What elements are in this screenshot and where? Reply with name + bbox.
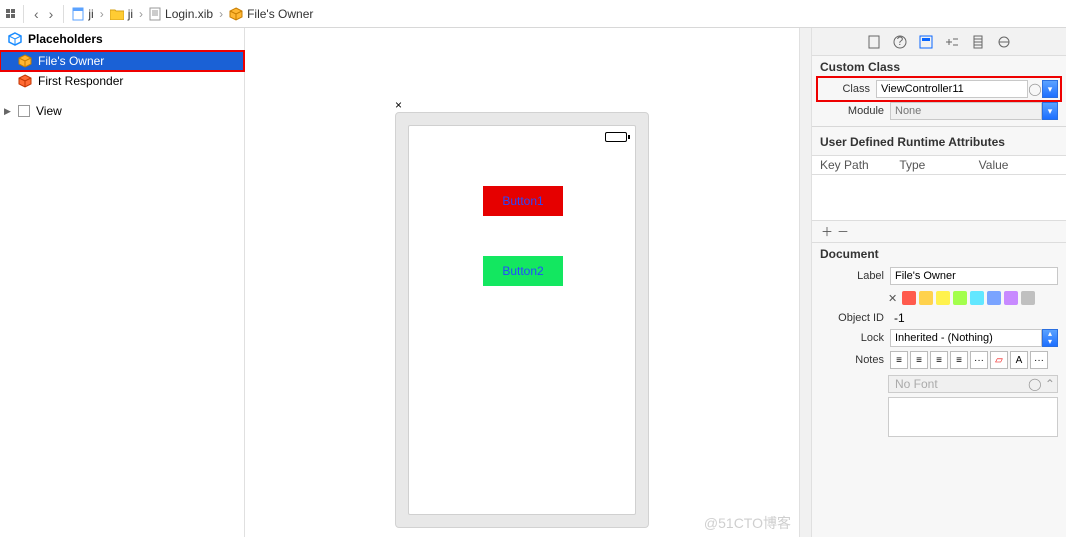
outline-item-label: First Responder bbox=[38, 74, 123, 88]
crumb-label: ji bbox=[128, 7, 133, 21]
notes-row: Notes ≡ ≡ ≡ ≡ ··· ▱ A ··· bbox=[812, 349, 1066, 371]
color-swatch[interactable] bbox=[1004, 291, 1018, 305]
document-outline: Placeholders File's Owner First Responde… bbox=[0, 28, 245, 537]
color-swatch[interactable] bbox=[902, 291, 916, 305]
outline-item-view[interactable]: ▶ View bbox=[0, 101, 244, 121]
add-attribute-button[interactable]: ＋ bbox=[820, 223, 834, 240]
clear-color-icon[interactable]: ✕ bbox=[888, 292, 899, 305]
label-input[interactable] bbox=[890, 267, 1058, 285]
canvas-scrollbar[interactable] bbox=[799, 28, 811, 537]
remove-attribute-button[interactable]: － bbox=[836, 223, 850, 240]
class-dropdown-button[interactable]: ▾ bbox=[1042, 80, 1058, 98]
objectid-label: Object ID bbox=[820, 312, 884, 324]
size-inspector-tab[interactable] bbox=[970, 34, 986, 50]
align-justify-button[interactable]: ≡ bbox=[950, 351, 968, 369]
label-color-swatches: ✕ bbox=[812, 287, 1066, 309]
identity-inspector-tab[interactable] bbox=[918, 34, 934, 50]
class-input[interactable] bbox=[876, 80, 1028, 98]
udra-table-body[interactable] bbox=[812, 175, 1066, 221]
cube-blue-icon bbox=[8, 32, 22, 46]
section-document: Document bbox=[812, 243, 1066, 265]
module-input[interactable] bbox=[890, 102, 1042, 120]
watermark: @51CTO博客 bbox=[704, 513, 791, 533]
outline-section-placeholders: Placeholders bbox=[0, 28, 244, 51]
color-swatch[interactable] bbox=[1021, 291, 1035, 305]
list-button[interactable]: ··· bbox=[970, 351, 988, 369]
crumb-label: Login.xib bbox=[165, 7, 213, 21]
color-swatch[interactable] bbox=[936, 291, 950, 305]
inspector-panel: ? Custom Class Class ◯ ▾ Module ▾ bbox=[811, 28, 1066, 537]
outline-item-files-owner[interactable]: File's Owner bbox=[0, 51, 244, 71]
objectid-value: -1 bbox=[890, 311, 905, 325]
strike-button[interactable]: ▱ bbox=[990, 351, 1008, 369]
attributes-inspector-tab[interactable] bbox=[944, 34, 960, 50]
inspector-tab-bar: ? bbox=[812, 28, 1066, 56]
cube-icon bbox=[229, 7, 243, 21]
lock-label: Lock bbox=[820, 332, 884, 344]
crumb-label: File's Owner bbox=[247, 7, 313, 21]
col-type: Type bbox=[899, 158, 978, 172]
connections-inspector-tab[interactable] bbox=[996, 34, 1012, 50]
help-inspector-tab[interactable]: ? bbox=[892, 34, 908, 50]
outline-item-label: View bbox=[36, 104, 62, 118]
svg-text:?: ? bbox=[897, 35, 904, 48]
notes-toolbar: ≡ ≡ ≡ ≡ ··· ▱ A ··· bbox=[890, 351, 1048, 369]
section-title: Placeholders bbox=[28, 32, 103, 46]
module-label: Module bbox=[820, 105, 884, 117]
nav-forward[interactable]: › bbox=[47, 6, 56, 22]
color-swatch[interactable] bbox=[970, 291, 984, 305]
color-swatch[interactable] bbox=[987, 291, 1001, 305]
button1[interactable]: Button1 bbox=[483, 186, 563, 216]
cube-orange-icon bbox=[18, 74, 32, 88]
breadcrumb[interactable]: ji › ji › Login.xib › File's Owner bbox=[72, 7, 313, 21]
font-step-icon[interactable]: ◯ ⌃ bbox=[1028, 377, 1055, 391]
color-swatch[interactable] bbox=[919, 291, 933, 305]
root-view[interactable]: Button1 Button2 bbox=[408, 125, 636, 515]
module-row: Module ▾ bbox=[812, 100, 1066, 122]
toolbar: ‹ › ji › ji › Login.xib › File's Owner bbox=[0, 0, 1066, 28]
section-custom-class: Custom Class bbox=[812, 56, 1066, 78]
module-dropdown-button[interactable]: ▾ bbox=[1042, 102, 1058, 120]
outline-item-first-responder[interactable]: First Responder bbox=[0, 71, 244, 91]
class-row: Class ◯ ▾ bbox=[818, 78, 1060, 100]
related-items-icon[interactable] bbox=[6, 9, 15, 18]
scene-container: Button1 Button2 bbox=[395, 112, 649, 528]
class-label: Class bbox=[820, 83, 870, 95]
label-label: Label bbox=[820, 270, 884, 282]
doc-icon bbox=[149, 7, 161, 21]
color-swatch[interactable] bbox=[953, 291, 967, 305]
align-center-button[interactable]: ≡ bbox=[910, 351, 928, 369]
doc-icon bbox=[72, 7, 84, 21]
interface-builder-canvas[interactable]: × Button1 Button2 @51CTO博客 bbox=[245, 28, 799, 537]
col-value: Value bbox=[979, 158, 1058, 172]
more-button[interactable]: ··· bbox=[1030, 351, 1048, 369]
udra-add-remove: ＋ － bbox=[812, 221, 1066, 243]
section-udra: User Defined Runtime Attributes bbox=[812, 131, 1066, 153]
label-row: Label bbox=[812, 265, 1066, 287]
cube-gold-icon bbox=[18, 54, 32, 68]
nav-back[interactable]: ‹ bbox=[32, 6, 41, 22]
close-scene-icon[interactable]: × bbox=[395, 98, 402, 112]
clear-class-icon[interactable]: ◯ bbox=[1028, 82, 1042, 96]
lock-row: Lock ▴▾ bbox=[812, 327, 1066, 349]
col-keypath: Key Path bbox=[820, 158, 899, 172]
button2[interactable]: Button2 bbox=[483, 256, 563, 286]
folder-icon bbox=[110, 8, 124, 20]
lock-select[interactable] bbox=[890, 329, 1042, 347]
align-right-button[interactable]: ≡ bbox=[930, 351, 948, 369]
notes-label: Notes bbox=[820, 354, 884, 366]
disclosure-triangle-icon[interactable]: ▶ bbox=[4, 106, 11, 117]
notes-font-field[interactable]: No Font ◯ ⌃ bbox=[888, 375, 1058, 393]
view-icon bbox=[18, 105, 30, 117]
align-left-button[interactable]: ≡ bbox=[890, 351, 908, 369]
udra-table-header: Key Path Type Value bbox=[812, 155, 1066, 175]
outline-item-label: File's Owner bbox=[38, 54, 104, 68]
file-inspector-tab[interactable] bbox=[866, 34, 882, 50]
notes-textarea[interactable] bbox=[888, 397, 1058, 437]
status-bar-battery-icon bbox=[605, 132, 627, 142]
crumb-label: ji bbox=[88, 7, 93, 21]
lock-dropdown-button[interactable]: ▴▾ bbox=[1042, 329, 1058, 347]
link-button[interactable]: A bbox=[1010, 351, 1028, 369]
objectid-row: Object ID -1 bbox=[812, 309, 1066, 327]
